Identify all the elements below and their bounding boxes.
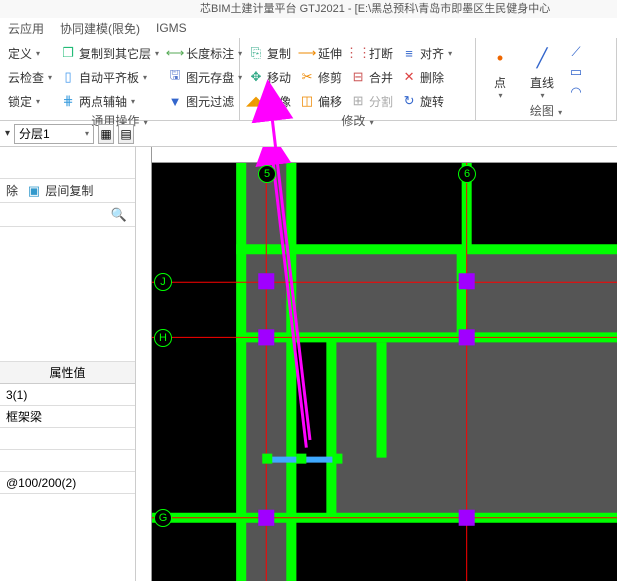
layer-copy-button[interactable]: ▣ 层间复制 — [26, 182, 93, 199]
two-point-axis-button[interactable]: ⋕两点辅轴▾ — [60, 90, 159, 112]
break-icon: ⋮⋮ — [350, 45, 366, 61]
ribbon-group-modify: ⎘复制 ✥移动 ◢◣镜像 ⟶延伸 ✂修剪 ◫偏移 ⋮⋮打断 ⊟合并 ⊞分割 ≡对… — [240, 38, 476, 120]
trim-icon: ✂ — [299, 69, 315, 85]
copy-icon: ⎘ — [248, 45, 264, 61]
ribbon-group-general: 定义▾ 云检查▾ 锁定▾ ❐复制到其它层▾ ▯自动平齐板▾ ⋕两点辅轴▾ ⟷长度… — [0, 38, 240, 120]
define-button[interactable]: 定义▾ — [8, 42, 52, 64]
props-header: 属性值 — [0, 362, 135, 384]
tool-seg-2[interactable]: ▤ — [118, 124, 134, 144]
tool-seg-1[interactable]: ▦ — [98, 124, 114, 144]
arc-icon[interactable]: ◠ — [568, 84, 584, 100]
delete-left-button[interactable]: 除 — [6, 182, 18, 199]
offset-button[interactable]: ◫偏移 — [299, 90, 342, 112]
break-button[interactable]: ⋮⋮打断 — [350, 42, 393, 64]
align-button[interactable]: ≡对齐▾ — [401, 42, 452, 64]
axis-label-top: 5 — [258, 165, 276, 183]
merge-icon: ⊟ — [350, 69, 366, 85]
ruler-icon: ⟷ — [167, 45, 183, 61]
lock-button[interactable]: 锁定▾ — [8, 90, 52, 112]
title-bar: 芯BIM土建计量平台 GTJ2021 - [E:\黑总预科\青岛市即墨区生民健身… — [0, 0, 617, 18]
ribbon-group-label: 修改 ▾ — [248, 112, 467, 129]
trim-button[interactable]: ✂修剪 — [299, 66, 342, 88]
rotate-button[interactable]: ↻旋转 — [401, 90, 452, 112]
auto-align-button[interactable]: ▯自动平齐板▾ — [60, 66, 159, 88]
menu-collab[interactable]: 协同建模(限免) — [60, 20, 140, 37]
filter-icon: ▼ — [167, 93, 183, 109]
rotate-icon: ↻ — [401, 93, 417, 109]
axis-label-top: 6 — [458, 165, 476, 183]
move-icon: ✥ — [248, 69, 264, 85]
axis-label-left: G — [154, 509, 172, 527]
length-annot-button[interactable]: ⟷长度标注▾ — [167, 42, 242, 64]
align-board-icon: ▯ — [60, 69, 76, 85]
polyline-icon[interactable]: ⟋ — [568, 44, 584, 60]
filter-button[interactable]: ▼图元过滤 — [167, 90, 242, 112]
mirror-button[interactable]: ◢◣镜像 — [248, 90, 291, 112]
drawing-svg — [136, 147, 617, 581]
menu-bar: 云应用 协同建模(限免) IGMS — [0, 18, 617, 38]
two-point-icon: ⋕ — [60, 93, 76, 109]
copy-to-layer-button[interactable]: ❐复制到其它层▾ — [60, 42, 159, 64]
menu-igms[interactable]: IGMS — [156, 21, 187, 35]
props-row[interactable]: 3(1) — [0, 384, 135, 406]
mirror-icon: ◢◣ — [248, 93, 264, 109]
ribbon: 定义▾ 云检查▾ 锁定▾ ❐复制到其它层▾ ▯自动平齐板▾ ⋕两点辅轴▾ ⟷长度… — [0, 38, 617, 121]
layer-copy-icon: ▣ — [26, 183, 42, 199]
props-row[interactable] — [0, 428, 135, 450]
ribbon-group-label: 绘图 ▾ — [484, 102, 608, 120]
layer-select[interactable]: 分层1▾ — [14, 124, 94, 144]
axis-label-left: H — [154, 329, 172, 347]
axis-label-left: J — [154, 273, 172, 291]
line-icon: ╱ — [526, 42, 558, 74]
copy-layer-icon: ❐ — [60, 45, 76, 61]
delete-button[interactable]: ✕删除 — [401, 66, 452, 88]
save-icon: 🖫 — [167, 69, 183, 85]
left-panel: 除 ▣ 层间复制 🔍 属性值 3(1) 框架梁 @100/200(2) — [0, 147, 136, 581]
align-icon: ≡ — [401, 45, 417, 61]
line-button[interactable]: ╱ 直线 ▾ — [526, 42, 558, 100]
main-area: 除 ▣ 层间复制 🔍 属性值 3(1) 框架梁 @100/200(2) — [0, 147, 617, 581]
merge-button[interactable]: ⊟合并 — [350, 66, 393, 88]
extend-button[interactable]: ⟶延伸 — [299, 42, 342, 64]
point-button[interactable]: • 点 ▾ — [484, 42, 516, 100]
split-icon: ⊞ — [350, 93, 366, 109]
rect-icon[interactable]: ▭ — [568, 64, 584, 80]
ribbon-group-draw: • 点 ▾ ╱ 直线 ▾ ⟋ ▭ ◠ 绘图 ▾ — [476, 38, 617, 120]
copy-button[interactable]: ⎘复制 — [248, 42, 291, 64]
split-button: ⊞分割 — [350, 90, 393, 112]
delete-icon: ✕ — [401, 69, 417, 85]
move-button[interactable]: ✥移动 — [248, 66, 291, 88]
props-row[interactable]: @100/200(2) — [0, 472, 135, 494]
cloud-check-button[interactable]: 云检查▾ — [8, 66, 52, 88]
props-row[interactable] — [0, 450, 135, 472]
props-row[interactable]: 框架梁 — [0, 406, 135, 428]
save-element-button[interactable]: 🖫图元存盘▾ — [167, 66, 242, 88]
search-icon: 🔍 — [111, 207, 127, 223]
extend-icon: ⟶ — [299, 45, 315, 61]
menu-cloud-app[interactable]: 云应用 — [8, 20, 44, 37]
drawing-canvas[interactable]: 5 6 J H G — [136, 147, 617, 581]
search-button[interactable]: 🔍 — [0, 203, 135, 227]
point-icon: • — [484, 42, 516, 74]
offset-icon: ◫ — [299, 93, 315, 109]
